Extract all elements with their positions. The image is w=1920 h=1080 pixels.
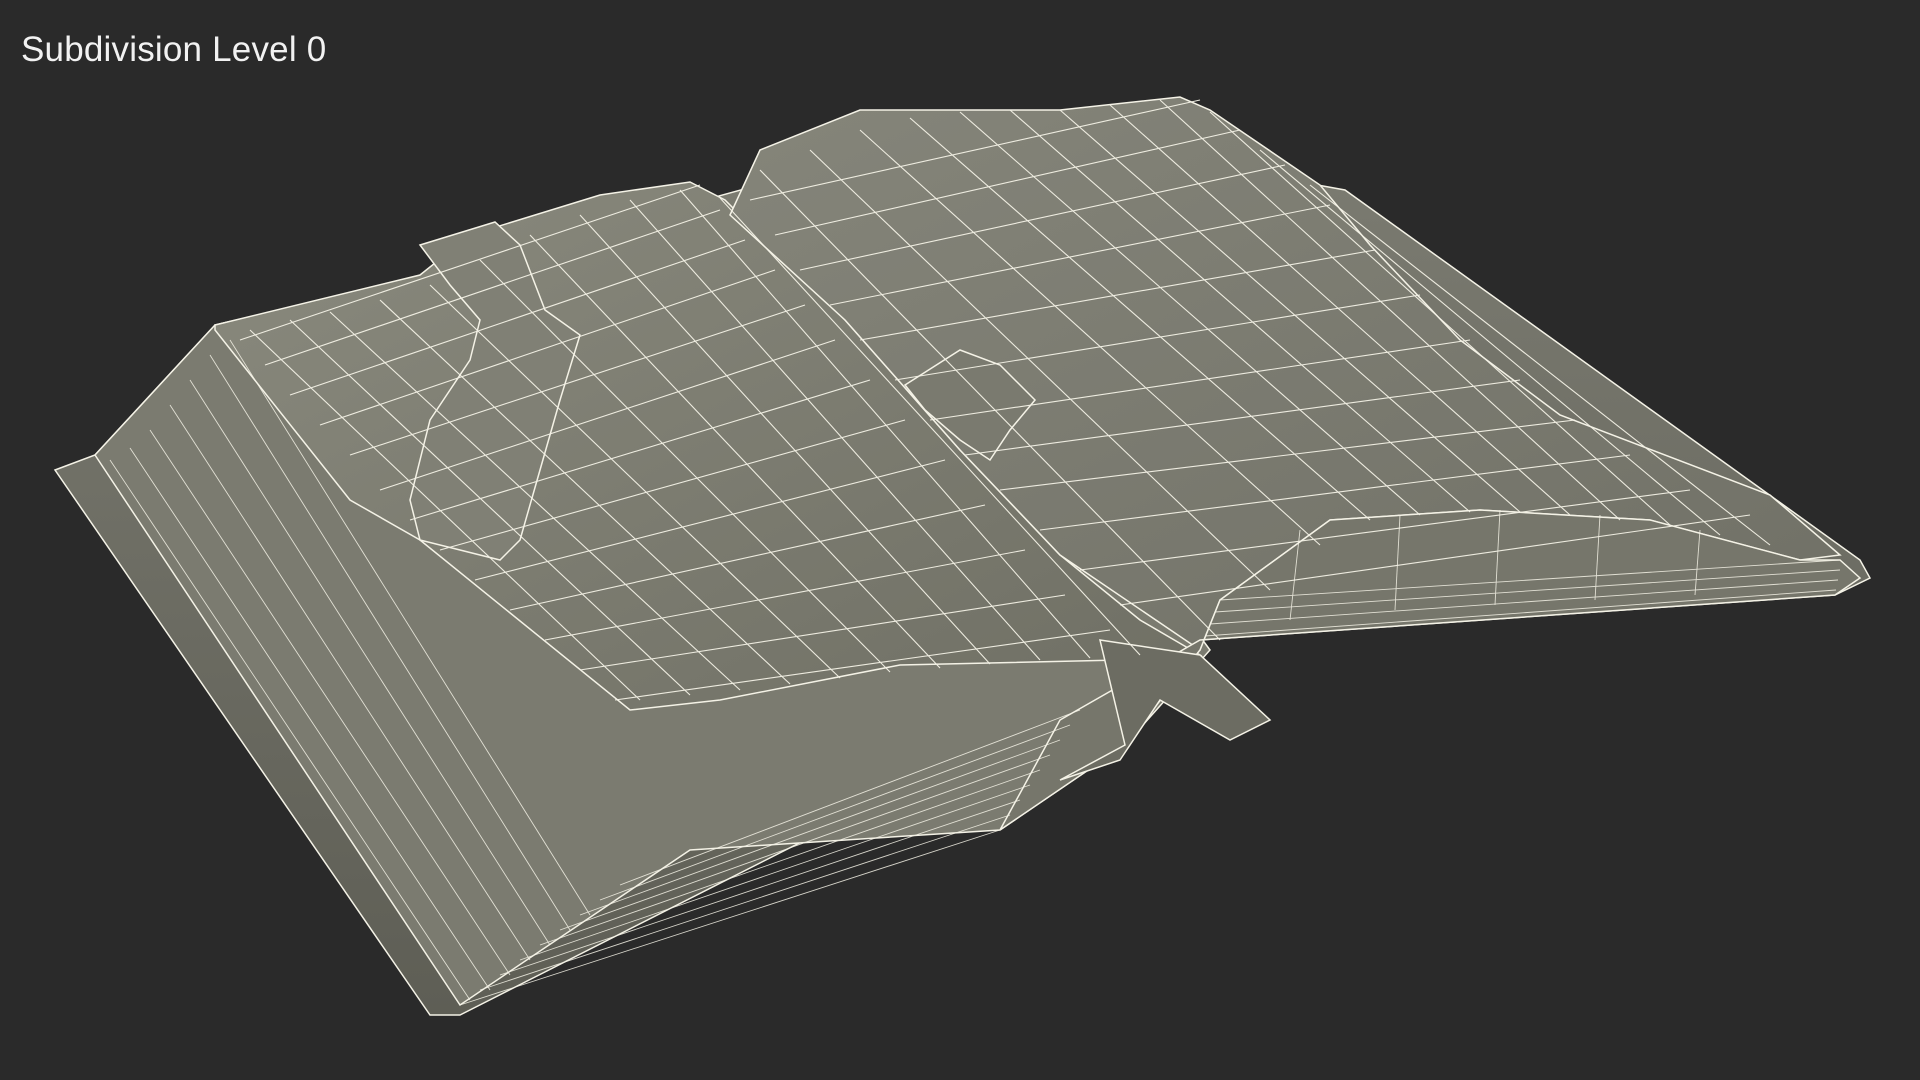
render-viewport: Subdivision Level 0	[0, 0, 1920, 1080]
open-book-wireframe-icon	[53, 96, 1872, 1016]
